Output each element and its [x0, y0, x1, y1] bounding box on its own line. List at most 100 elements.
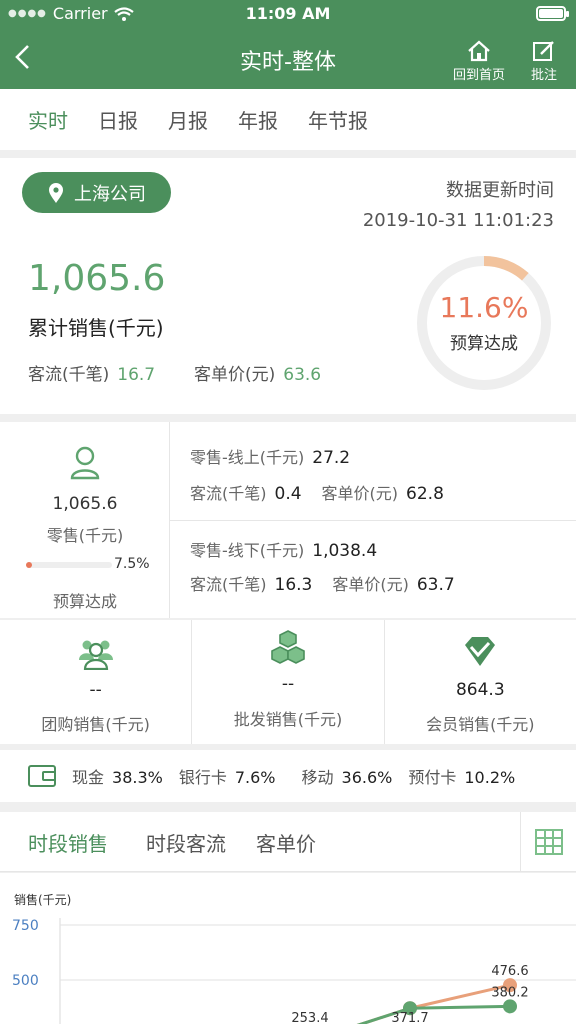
group-sales-value: -- — [89, 680, 102, 700]
retail-summary[interactable]: 1,065.6 零售(千元) 7.5% 预算达成 — [0, 422, 170, 618]
payment-mobile: 移动 36.6% — [302, 764, 393, 788]
payment-prepaid-label: 预付卡 — [408, 768, 457, 787]
offline-price-label: 客单价(元) — [332, 575, 409, 594]
traffic-value: 16.7 — [117, 365, 156, 385]
online-retail-block[interactable]: 零售-线上(千元) 27.2 客流(千笔) 0.4 客单价(元) 62.8 — [170, 422, 576, 520]
report-tabs: 实时 日报 月报 年报 年节报 — [0, 89, 576, 150]
payment-cash-label: 现金 — [72, 768, 105, 787]
online-traffic-value: 0.4 — [274, 484, 302, 504]
note-label: 批注 — [530, 68, 557, 83]
payment-mobile-label: 移动 — [301, 768, 334, 787]
total-sales-value: 1,065.6 — [28, 258, 166, 299]
chart-data-label: 380.2 — [491, 985, 528, 1000]
budget-gauge: 11.6% 预算达成 — [414, 253, 554, 393]
unit-price-value: 63.6 — [283, 365, 322, 385]
chart-tabs: 时段销售 时段客流 客单价 — [0, 812, 576, 872]
group-sales-item[interactable]: -- 团购销售(千元) — [0, 620, 193, 744]
total-sales-label: 累计销售(千元) — [28, 316, 164, 340]
offline-stats-row: 客流(千笔) 16.3 客单价(元) 63.7 — [190, 571, 455, 595]
budget-label: 预算达成 — [450, 334, 518, 354]
payment-prepaid: 预付卡 10.2% — [408, 764, 515, 788]
home-button[interactable]: 回到首页 — [450, 40, 508, 83]
summary-card: 上海公司 数据更新时间 2019-10-31 11:01:23 1,065.6 … — [0, 158, 576, 414]
retail-label: 零售(千元) — [46, 526, 124, 545]
payment-mix-card: 现金 38.3% 银行卡 7.6% 移动 36.6% 预付卡 10.2% — [0, 750, 576, 802]
wholesale-label: 批发销售(千元) — [233, 710, 343, 729]
update-time-label: 数据更新时间 — [446, 180, 554, 201]
offline-price-value: 63.7 — [416, 575, 455, 595]
battery-icon — [536, 6, 569, 21]
chart-y-tick-label: 500 — [12, 973, 39, 989]
online-sales-row: 零售-线上(千元) 27.2 — [190, 444, 350, 468]
chart-y-tick-label: 750 — [12, 918, 39, 934]
chart-y-axis-label: 销售(千元) — [14, 892, 71, 907]
member-sales-value: 864.3 — [455, 680, 505, 700]
retail-budget-label: 预算达成 — [52, 592, 117, 611]
group-icon — [78, 640, 113, 670]
tab-holiday[interactable]: 年节报 — [308, 105, 368, 134]
location-pin-icon — [49, 182, 63, 203]
company-name: 上海公司 — [74, 183, 146, 205]
tab-yearly[interactable]: 年报 — [238, 105, 278, 134]
tab-monthly[interactable]: 月报 — [168, 105, 208, 134]
boxes-icon — [271, 630, 305, 664]
retail-breakdown: 零售-线上(千元) 27.2 客流(千笔) 0.4 客单价(元) 62.8 零售-线下(… — [170, 422, 576, 618]
offline-sales-row: 零售-线下(千元) 1,038.4 — [190, 537, 377, 561]
budget-percent: 11.6% — [439, 291, 529, 324]
member-sales-label: 会员销售(千元) — [426, 715, 535, 734]
channel-sales-card: -- 团购销售(千元) -- 批发销售(千元) 864.3 会员销售(千元) — [0, 620, 576, 744]
note-button[interactable]: 批注 — [522, 40, 566, 83]
update-time-value: 2019-10-31 11:01:23 — [362, 210, 554, 231]
clock: 11:09 AM — [245, 4, 331, 23]
retail-budget-bar — [26, 562, 112, 568]
payment-mobile-value: 36.6% — [341, 768, 393, 787]
group-sales-label: 团购销售(千元) — [41, 715, 150, 734]
chart-point[interactable] — [503, 999, 517, 1014]
offline-traffic-label: 客流(千笔) — [190, 575, 267, 594]
payment-cash-value: 38.3% — [112, 768, 163, 787]
wholesale-item[interactable]: -- 批发销售(千元) — [192, 620, 385, 744]
retail-budget-bar-fill — [26, 562, 33, 568]
offline-sales-value: 1,038.4 — [312, 541, 378, 561]
retail-value: 1,065.6 — [52, 494, 118, 514]
offline-traffic-value: 16.3 — [274, 575, 313, 595]
home-icon — [468, 40, 490, 62]
wallet-icon — [28, 765, 56, 787]
tab-daily[interactable]: 日报 — [98, 105, 138, 134]
chart-data-label: 253.4 — [291, 1011, 328, 1024]
retail-budget-percent: 7.5% — [114, 556, 150, 572]
retail-card: 1,065.6 零售(千元) 7.5% 预算达成 零售-线上(千元) 27.2 客… — [0, 422, 576, 618]
edit-icon — [533, 41, 554, 61]
online-stats-row: 客流(千笔) 0.4 客单价(元) 62.8 — [190, 480, 444, 504]
online-traffic-label: 客流(千笔) — [190, 484, 267, 503]
status-bar: ●●●● Carrier 11:09 AM — [0, 0, 576, 28]
online-sales-label: 零售-线上(千元) — [190, 448, 305, 467]
member-sales-item[interactable]: 864.3 会员销售(千元) — [385, 620, 576, 744]
wholesale-value: -- — [281, 674, 295, 694]
chart-data-label: 371.7 — [391, 1011, 428, 1024]
home-label: 回到首页 — [452, 68, 505, 83]
online-price-label: 客单价(元) — [321, 484, 399, 503]
nav-bar: 实时-整体 回到首页 批注 — [0, 28, 576, 89]
payment-bank-card-label: 银行卡 — [178, 768, 227, 787]
payment-prepaid-value: 10.2% — [464, 768, 516, 787]
payment-cash: 现金 38.3% — [72, 764, 163, 788]
offline-sales-label: 零售-线下(千元) — [190, 541, 305, 560]
tab-realtime[interactable]: 实时 — [28, 105, 68, 134]
tab-period-traffic[interactable]: 时段客流 — [146, 828, 226, 857]
tab-unit-price[interactable]: 客单价 — [256, 828, 316, 857]
offline-retail-block[interactable]: 零售-线下(千元) 1,038.4 客流(千笔) 16.3 客单价(元) 63.7 — [170, 520, 576, 618]
online-price-value: 62.8 — [406, 484, 444, 504]
diamond-icon — [465, 637, 496, 666]
sales-chart: 销售(千元) 750 500 253.4 371.7 476.6 380.2 — [0, 873, 576, 1024]
header: ●●●● Carrier 11:09 AM 实时-整体 回到首页 批注 — [0, 0, 576, 89]
tab-period-sales[interactable]: 时段销售 — [28, 828, 108, 857]
online-sales-value: 27.2 — [312, 448, 351, 468]
payment-bank-card: 银行卡 7.6% — [179, 764, 276, 788]
unit-price-stat: 客单价(元) 63.6 — [194, 360, 321, 385]
company-selector-button[interactable]: 上海公司 — [22, 172, 171, 213]
user-icon — [70, 446, 100, 480]
table-icon — [534, 829, 563, 855]
table-view-button[interactable] — [520, 812, 576, 872]
unit-price-label: 客单价(元) — [194, 365, 276, 385]
